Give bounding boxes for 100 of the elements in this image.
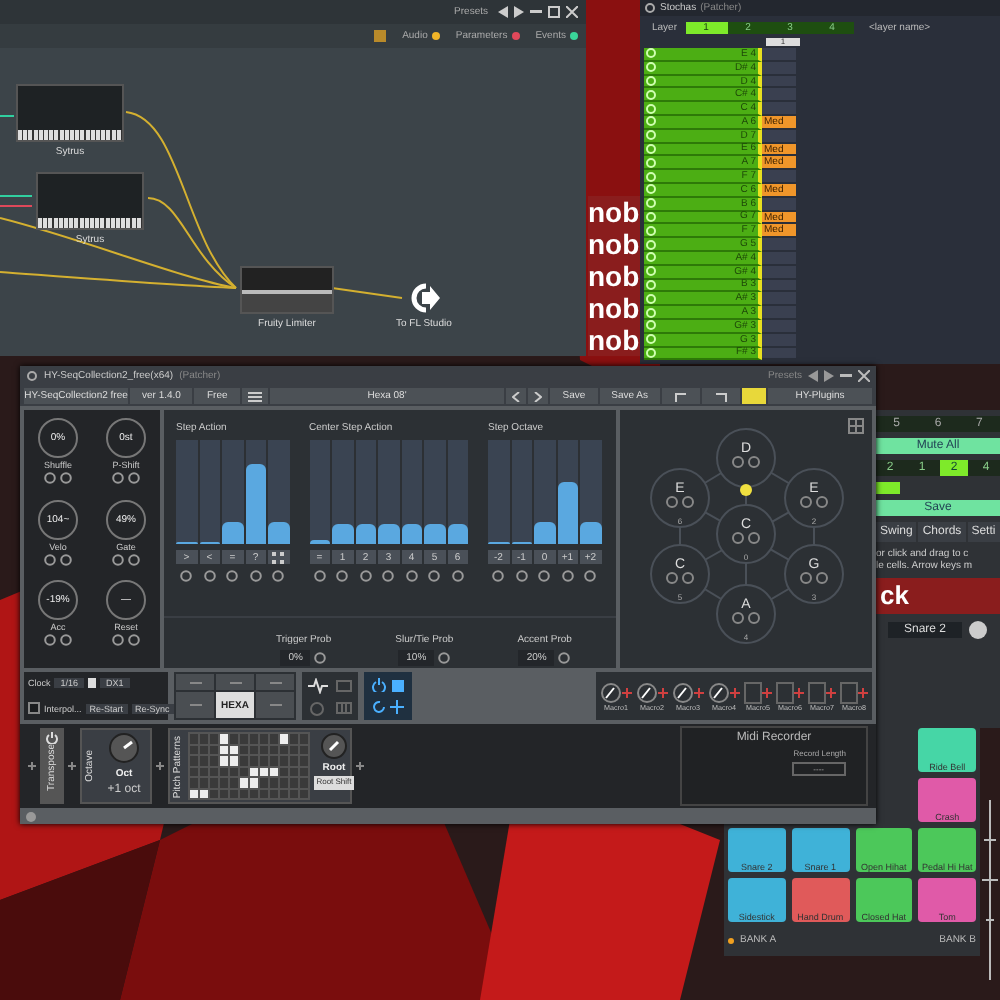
modulation-icon[interactable] xyxy=(558,652,571,665)
bar-slider[interactable] xyxy=(401,440,422,545)
bar-slider[interactable] xyxy=(268,440,289,545)
checkbox[interactable] xyxy=(28,702,40,714)
modulation-icon[interactable] xyxy=(438,652,451,665)
banner-text: ck xyxy=(876,578,1000,614)
highlight-button[interactable] xyxy=(742,388,766,405)
square-icon[interactable] xyxy=(391,679,403,692)
bar-slider[interactable] xyxy=(176,440,197,545)
plus-icon[interactable] xyxy=(794,687,804,698)
output-icon[interactable] xyxy=(407,282,440,314)
synth-thumbnail[interactable] xyxy=(36,172,144,230)
step-cell[interactable] xyxy=(762,292,796,307)
bar-slider[interactable] xyxy=(378,440,399,545)
wallpaper-text: nob xyxy=(588,228,642,260)
bar-slider[interactable] xyxy=(309,440,330,545)
step-button[interactable] xyxy=(268,550,289,565)
bar-slider[interactable] xyxy=(557,440,578,545)
bar-slider[interactable] xyxy=(424,440,445,545)
macro-slot[interactable] xyxy=(840,681,858,704)
synth-thumbnail[interactable] xyxy=(16,84,124,142)
preset-slot-button[interactable] xyxy=(216,674,254,691)
bar-slider[interactable] xyxy=(580,440,601,545)
step-cell[interactable] xyxy=(762,306,796,320)
macro-slot[interactable] xyxy=(808,681,826,704)
knob-icon[interactable] xyxy=(968,620,989,640)
bar-slider[interactable] xyxy=(332,440,353,545)
previous-icon xyxy=(512,391,521,402)
macro-knob[interactable] xyxy=(672,681,694,704)
bar-slider[interactable] xyxy=(222,440,243,545)
previous-icon[interactable] xyxy=(498,6,508,18)
menu-icon xyxy=(247,391,262,402)
limiter-thumbnail[interactable] xyxy=(240,266,334,314)
wallpaper-text: nob xyxy=(588,324,642,356)
step-cell[interactable] xyxy=(762,88,796,103)
macro-knob[interactable] xyxy=(708,681,730,704)
macro-slot[interactable] xyxy=(776,681,794,704)
pulse-icon[interactable] xyxy=(307,677,327,694)
minimize-icon[interactable] xyxy=(530,6,542,18)
plus-icon[interactable] xyxy=(762,687,772,698)
next-preset-button[interactable] xyxy=(528,388,549,405)
knob-icon[interactable] xyxy=(108,732,140,765)
plus-icon[interactable] xyxy=(694,687,704,698)
preset-slot-button[interactable] xyxy=(256,674,294,691)
macro-slot[interactable] xyxy=(744,681,762,704)
panel-icon[interactable] xyxy=(374,30,387,42)
step-cell[interactable] xyxy=(762,102,796,116)
redo-button[interactable] xyxy=(702,388,740,405)
bank-indicator-icon xyxy=(728,937,734,943)
macro-knob[interactable] xyxy=(636,681,658,704)
plus-icon[interactable] xyxy=(658,687,668,698)
plus-icon[interactable] xyxy=(858,687,868,698)
bar-slider[interactable] xyxy=(199,440,220,545)
plus-icon[interactable] xyxy=(622,687,632,698)
bar-slider[interactable] xyxy=(355,440,376,545)
preset-slot-button[interactable] xyxy=(176,674,214,691)
columns-icon[interactable] xyxy=(335,702,351,714)
previous-icon[interactable] xyxy=(808,369,818,382)
step-cell[interactable] xyxy=(762,238,796,252)
next-icon xyxy=(534,391,543,402)
bar-slider[interactable] xyxy=(488,440,509,545)
toggle-icon[interactable] xyxy=(88,678,97,689)
pattern-grid[interactable] xyxy=(188,732,310,801)
plus-icon[interactable] xyxy=(68,762,76,771)
maximize-icon[interactable] xyxy=(548,6,560,18)
bar-slider[interactable] xyxy=(511,440,532,545)
macro-knob[interactable] xyxy=(600,681,622,704)
knob-icon[interactable] xyxy=(320,732,348,761)
step-cell[interactable] xyxy=(762,48,796,62)
bar-slider[interactable] xyxy=(534,440,555,545)
preset-slot-button[interactable] xyxy=(256,692,294,719)
wallpaper-text: nob xyxy=(588,260,642,292)
wallpaper-text: nob xyxy=(588,292,642,324)
wallpaper-text: nob xyxy=(588,196,642,228)
bar-slider[interactable] xyxy=(447,440,468,545)
plus-icon[interactable] xyxy=(730,687,740,698)
preset-slot-button[interactable] xyxy=(176,692,214,719)
plus-icon[interactable] xyxy=(826,687,836,698)
plus-icon[interactable] xyxy=(356,762,364,771)
close-icon[interactable] xyxy=(566,6,578,18)
next-icon[interactable] xyxy=(824,369,834,382)
pattern-slot[interactable] xyxy=(876,482,900,494)
modulation-icon[interactable] xyxy=(314,652,327,665)
plus-icon[interactable] xyxy=(156,762,164,771)
redo-icon xyxy=(714,390,728,403)
power-icon[interactable] xyxy=(372,678,386,693)
close-icon[interactable] xyxy=(858,369,870,382)
undo-button[interactable] xyxy=(662,388,700,405)
undo-icon xyxy=(674,390,688,403)
menu-button[interactable] xyxy=(241,388,268,405)
step-cell[interactable] xyxy=(762,170,796,184)
plus-icon[interactable] xyxy=(28,762,36,771)
next-icon[interactable] xyxy=(514,6,524,18)
minimize-icon[interactable] xyxy=(840,369,852,382)
grid-icon xyxy=(272,551,285,564)
plus-icon[interactable] xyxy=(390,700,404,715)
grid-icon[interactable] xyxy=(848,418,864,435)
refresh-icon[interactable] xyxy=(372,700,386,715)
bar-slider[interactable] xyxy=(245,440,266,545)
previous-preset-button[interactable] xyxy=(506,388,527,405)
